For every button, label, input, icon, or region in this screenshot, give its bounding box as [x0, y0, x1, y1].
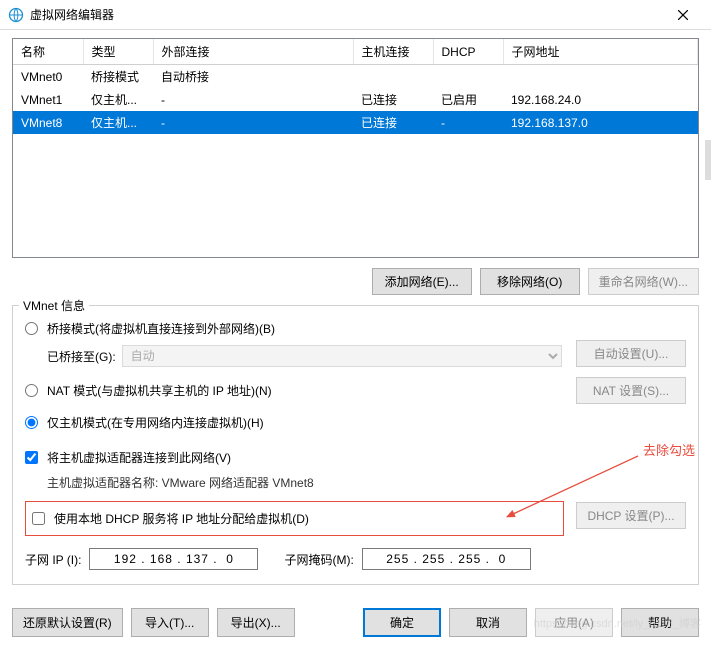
table-cell: - — [153, 88, 353, 111]
help-button[interactable]: 帮助 — [621, 608, 699, 637]
bridged-radio-row[interactable]: 桥接模式(将虚拟机直接连接到外部网络)(B) — [25, 316, 576, 341]
close-icon — [678, 10, 688, 20]
cancel-button[interactable]: 取消 — [449, 608, 527, 637]
table-cell: - — [433, 111, 503, 134]
dhcp-row[interactable]: 使用本地 DHCP 服务将 IP 地址分配给虚拟机(D) — [32, 506, 557, 531]
add-network-button[interactable]: 添加网络(E)... — [372, 268, 472, 295]
table-cell — [503, 65, 698, 89]
table-cell: - — [153, 111, 353, 134]
col-type[interactable]: 类型 — [83, 39, 153, 65]
col-subnet[interactable]: 子网地址 — [503, 39, 698, 65]
table-cell: 已连接 — [353, 88, 433, 111]
col-name[interactable]: 名称 — [13, 39, 83, 65]
table-cell: 自动桥接 — [153, 65, 353, 89]
col-host[interactable]: 主机连接 — [353, 39, 433, 65]
close-button[interactable] — [663, 1, 703, 29]
table-cell: 已启用 — [433, 88, 503, 111]
titlebar: 虚拟网络编辑器 — [0, 0, 711, 30]
subnet-ip-input[interactable] — [89, 548, 258, 570]
connect-host-label: 将主机虚拟适配器连接到此网络(V) — [47, 449, 231, 466]
table-cell: VMnet0 — [13, 65, 83, 89]
table-cell — [433, 65, 503, 89]
table-cell: VMnet8 — [13, 111, 83, 134]
hostonly-label: 仅主机模式(在专用网络内连接虚拟机)(H) — [47, 414, 264, 431]
table-cell: 192.168.24.0 — [503, 88, 698, 111]
subnet-mask-input[interactable] — [362, 548, 531, 570]
vmnet-info-fieldset: VMnet 信息 桥接模式(将虚拟机直接连接到外部网络)(B) 已桥接至(G):… — [12, 305, 699, 585]
dhcp-checkbox[interactable] — [32, 512, 45, 525]
restore-button[interactable]: 还原默认设置(R) — [12, 608, 123, 637]
app-icon — [8, 7, 24, 23]
nat-settings-button: NAT 设置(S)... — [576, 377, 686, 404]
col-ext[interactable]: 外部连接 — [153, 39, 353, 65]
export-button[interactable]: 导出(X)... — [217, 608, 295, 637]
apply-button: 应用(A) — [535, 608, 613, 637]
hostonly-radio[interactable] — [25, 416, 38, 429]
table-cell: 仅主机... — [83, 88, 153, 111]
subnet-mask-label: 子网掩码(M): — [284, 551, 353, 568]
col-dhcp[interactable]: DHCP — [433, 39, 503, 65]
hostonly-radio-row[interactable]: 仅主机模式(在专用网络内连接虚拟机)(H) — [25, 410, 686, 435]
ok-button[interactable]: 确定 — [363, 608, 441, 637]
side-handle — [705, 140, 711, 180]
nat-label: NAT 模式(与虚拟机共享主机的 IP 地址)(N) — [47, 382, 272, 399]
auto-settings-button: 自动设置(U)... — [576, 340, 686, 367]
bridged-select: 自动 — [122, 345, 562, 367]
adapter-name-label: 主机虚拟适配器名称: VMware 网络适配器 VMnet8 — [47, 474, 314, 491]
nat-radio[interactable] — [25, 384, 38, 397]
table-cell: 192.168.137.0 — [503, 111, 698, 134]
dhcp-label: 使用本地 DHCP 服务将 IP 地址分配给虚拟机(D) — [54, 510, 309, 527]
table-cell: 已连接 — [353, 111, 433, 134]
fieldset-title: VMnet 信息 — [19, 297, 89, 314]
bridged-to-label: 已桥接至(G): — [47, 348, 116, 365]
connect-host-row[interactable]: 将主机虚拟适配器连接到此网络(V) — [25, 445, 686, 470]
dhcp-settings-button: DHCP 设置(P)... — [576, 502, 686, 529]
connect-host-checkbox[interactable] — [25, 451, 38, 464]
nat-radio-row[interactable]: NAT 模式(与虚拟机共享主机的 IP 地址)(N) — [25, 378, 576, 403]
table-cell: VMnet1 — [13, 88, 83, 111]
table-cell: 仅主机... — [83, 111, 153, 134]
bridged-radio[interactable] — [25, 322, 38, 335]
table-row[interactable]: VMnet0桥接模式自动桥接 — [13, 65, 698, 89]
rename-network-button: 重命名网络(W)... — [588, 268, 699, 295]
dhcp-annotation-box: 使用本地 DHCP 服务将 IP 地址分配给虚拟机(D) — [25, 501, 564, 536]
bridged-label: 桥接模式(将虚拟机直接连接到外部网络)(B) — [47, 320, 275, 337]
subnet-ip-label: 子网 IP (I): — [25, 551, 81, 568]
table-cell: 桥接模式 — [83, 65, 153, 89]
table-row[interactable]: VMnet8仅主机...-已连接-192.168.137.0 — [13, 111, 698, 134]
import-button[interactable]: 导入(T)... — [131, 608, 209, 637]
remove-network-button[interactable]: 移除网络(O) — [480, 268, 580, 295]
table-cell — [353, 65, 433, 89]
table-row[interactable]: VMnet1仅主机...-已连接已启用192.168.24.0 — [13, 88, 698, 111]
window-title: 虚拟网络编辑器 — [30, 6, 663, 23]
bottom-bar: 还原默认设置(R) 导入(T)... 导出(X)... 确定 取消 应用(A) … — [12, 608, 699, 637]
network-table[interactable]: 名称 类型 外部连接 主机连接 DHCP 子网地址 VMnet0桥接模式自动桥接… — [12, 38, 699, 258]
